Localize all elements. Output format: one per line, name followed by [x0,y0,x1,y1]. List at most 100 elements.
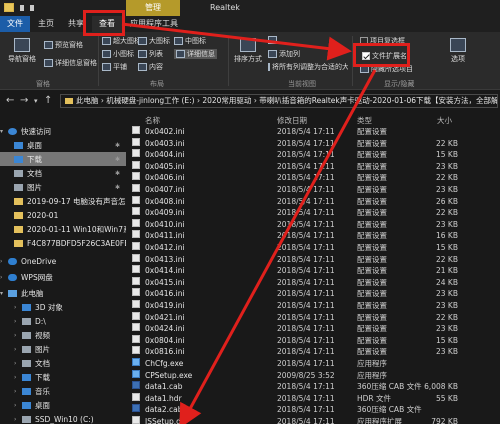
column-header-type[interactable]: 类型 [357,115,372,127]
nav-item-folder[interactable]: 2019-09-17 电脑没有声音怎么 [0,194,126,208]
quick-access-undo-icon[interactable] [30,5,34,11]
nav-wps[interactable]: › WPS网盘 [0,270,126,284]
nav-item-documents[interactable]: 文档 ✱ [0,166,126,180]
nav-pc-item[interactable]: › 文档 [0,356,126,370]
manage-contextual-tab[interactable]: 管理 [126,0,180,16]
tiles-label: 平铺 [113,63,127,71]
nav-pc-item[interactable]: › 3D 对象 [0,300,126,314]
file-row[interactable]: 0x0404.ini 2018/5/4 17:11 配置设置 15 KB [127,149,500,161]
sort-by-button[interactable]: 排序方式 [232,38,264,64]
tab-home[interactable]: 主页 [32,16,60,32]
nav-onedrive[interactable]: › OneDrive [0,254,126,268]
chevron-right-icon[interactable]: › [14,304,22,311]
back-arrow-icon[interactable]: ← [6,95,14,106]
details-pane-button[interactable]: 详细信息窗格 [44,58,97,68]
file-row[interactable]: 0x0402.ini 2018/5/4 17:11 配置设置 [127,126,500,138]
recent-chevron-down-icon[interactable]: ▾ [34,97,38,105]
navigation-pane-button[interactable]: 导航窗格 [4,38,40,64]
nav-item-folder[interactable]: 2020-01 [0,208,126,222]
medium-icons-option[interactable]: 中图标 [174,36,206,46]
chevron-down-icon[interactable]: ▾ [0,290,8,297]
chevron-right-icon[interactable]: › [14,402,22,409]
nav-pc-item[interactable]: › 下载 [0,370,126,384]
file-row[interactable]: 0x0413.ini 2018/5/4 17:11 配置设置 22 KB [127,253,500,266]
forward-arrow-icon[interactable]: → [20,95,28,106]
file-row[interactable]: 0x0412.ini 2018/5/4 17:11 配置设置 15 KB [127,242,500,254]
file-row[interactable]: 0x0421.ini 2018/5/4 17:11 配置设置 22 KB [127,311,500,324]
tiles-icon [102,63,111,71]
nav-item-pictures[interactable]: 图片 ✱ [0,180,126,194]
file-row[interactable]: 0x0406.ini 2018/5/4 17:11 配置设置 22 KB [127,172,500,184]
file-row[interactable]: 0x0411.ini 2018/5/4 17:11 配置设置 16 KB [127,230,500,242]
file-row[interactable]: ISSetup.dll 2018/5/4 17:11 应用程序扩展 792 KB [127,416,500,424]
address-path[interactable]: 此电脑 › 机械硬盘-jinlong工作 (E:) › 2020常用驱动 › 带… [60,94,498,108]
file-row[interactable]: 0x0405.ini 2018/5/4 17:11 配置设置 23 KB [127,160,500,173]
chevron-right-icon[interactable]: › [14,374,22,381]
file-row[interactable]: 0x0415.ini 2018/5/4 17:11 配置设置 24 KB [127,276,500,289]
add-columns-button[interactable]: 添加列 [268,49,300,59]
nav-pc-item[interactable]: › 视频 [0,328,126,342]
nav-pc-item[interactable]: › 音乐 [0,384,126,398]
file-date: 2018/5/4 17:11 [277,382,335,392]
nav-item-folder[interactable]: 2020-01-11 Win10和Win7系统 [0,222,126,236]
file-row[interactable]: 0x0409.ini 2018/5/4 17:11 配置设置 22 KB [127,207,500,219]
file-row[interactable]: ChCfg.exe 2018/5/4 17:11 应用程序 [127,358,500,370]
file-row[interactable]: 0x0403.ini 2018/5/4 17:11 配置设置 22 KB [127,137,500,150]
file-row[interactable]: 0x0416.ini 2018/5/4 17:11 配置设置 23 KB [127,288,500,300]
content-option[interactable]: 内容 [138,62,163,72]
nav-item-downloads[interactable]: 下载 ✱ [0,152,126,166]
chevron-right-icon[interactable]: › [14,416,22,423]
chevron-right-icon[interactable]: › [14,388,22,395]
nav-pc-item[interactable]: › 桌面 [0,398,126,412]
file-row[interactable]: 0x0408.ini 2018/5/4 17:11 配置设置 26 KB [127,195,500,208]
options-button[interactable]: 选项 [446,38,470,64]
nav-pc-item[interactable]: › 图片 [0,342,126,356]
nav-this-pc[interactable]: ▾ 此电脑 [0,286,126,300]
file-size: 22 KB [436,254,458,264]
chevron-right-icon[interactable]: › [14,346,22,353]
large-icons-option[interactable]: 大图标 [138,36,170,46]
up-arrow-icon[interactable]: ↑ [44,95,52,106]
column-header-size[interactable]: 大小 [437,115,452,127]
download-icon [14,155,23,163]
details-view-option[interactable]: 详细信息 [174,49,217,59]
chevron-down-icon[interactable]: ▾ [0,128,8,135]
file-row[interactable]: CPSetup.exe 2009/8/25 3:52 应用程序 [127,369,500,382]
small-icons-option[interactable]: 小图标 [102,49,134,59]
size-columns-button[interactable]: 将所有列调整为合适的大小 [268,62,348,72]
column-header-date[interactable]: 修改日期 [277,115,307,127]
file-row[interactable]: data1.hdr 2018/5/4 17:11 HDR 文件 55 KB [127,392,500,405]
preview-pane-button[interactable]: 预览窗格 [44,40,83,50]
tab-application-tools[interactable]: 应用程序工具 [124,16,184,32]
file-row[interactable]: data2.cab 2018/5/4 17:11 360压缩 CAB 文件 [127,404,500,416]
quick-access-save-icon[interactable] [20,5,24,11]
nav-pc-item[interactable]: › SSD_Win10 (C:) [0,412,126,424]
chevron-right-icon[interactable]: › [14,332,22,339]
chevron-right-icon[interactable]: › [0,258,8,265]
nav-quick-access[interactable]: ▾ 快速访问 [0,124,126,138]
file-date: 2018/5/4 17:11 [277,266,335,276]
file-row[interactable]: data1.cab 2018/5/4 17:11 360压缩 CAB 文件 6,008… [127,381,500,393]
file-row[interactable]: 0x0424.ini 2018/5/4 17:11 配置设置 23 KB [127,323,500,335]
file-row[interactable]: 0x0407.ini 2018/5/4 17:11 配置设置 23 KB [127,184,500,196]
nav-item-folder[interactable]: F4C877BDFD5F26C3AE0FEDC [0,236,126,250]
nav-item-desktop[interactable]: 桌面 ✱ [0,138,126,152]
column-header-name[interactable]: 名称 [145,115,160,127]
file-size: 23 KB [436,289,458,299]
quick-access-folder-icon[interactable] [4,3,14,12]
file-row[interactable]: 0x0410.ini 2018/5/4 17:11 配置设置 23 KB [127,218,500,231]
file-row[interactable]: 0x0419.ini 2018/5/4 17:11 配置设置 23 KB [127,300,500,312]
extra-large-icons-option[interactable]: 超大图标 [102,36,141,46]
chevron-right-icon[interactable]: › [14,318,22,325]
nav-pc-item[interactable]: › D:\ [0,314,126,328]
file-row[interactable]: 0x0414.ini 2018/5/4 17:11 配置设置 21 KB [127,265,500,277]
file-row[interactable]: 0x0816.ini 2018/5/4 17:11 配置设置 23 KB [127,346,500,358]
nav-item-label: 文档 [27,168,42,178]
tab-file[interactable]: 文件 [0,16,30,32]
chevron-right-icon[interactable]: › [0,274,8,281]
group-by-button[interactable] [268,36,277,44]
tiles-option[interactable]: 平铺 [102,62,127,72]
chevron-right-icon[interactable]: › [14,360,22,367]
file-row[interactable]: 0x0804.ini 2018/5/4 17:11 配置设置 15 KB [127,334,500,347]
list-option[interactable]: 列表 [138,49,163,59]
